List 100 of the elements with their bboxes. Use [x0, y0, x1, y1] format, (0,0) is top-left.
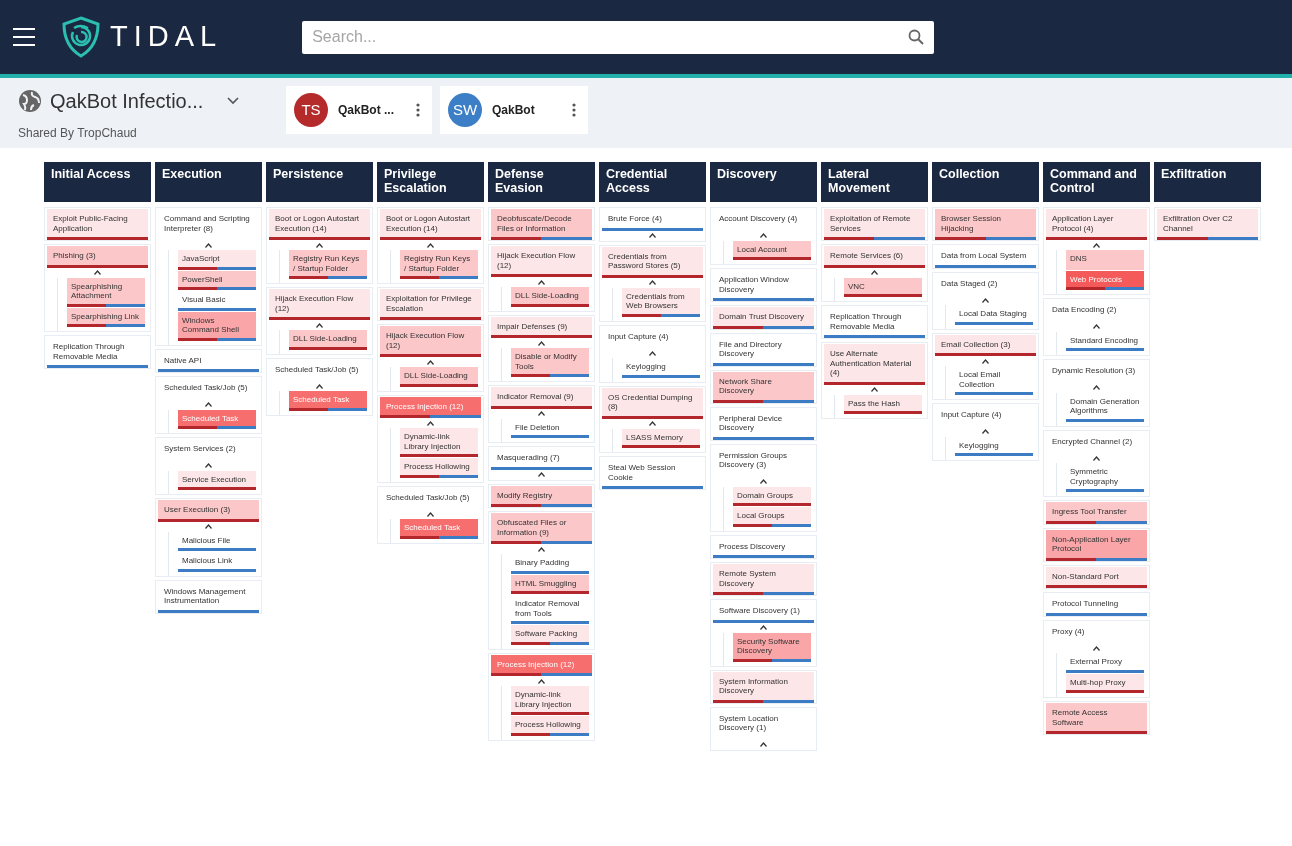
caret-up-icon[interactable]	[982, 297, 989, 303]
caret-up-icon[interactable]	[205, 242, 212, 248]
technique-tile[interactable]: Email Collection (3)	[935, 334, 1036, 356]
caret-up-icon[interactable]	[94, 270, 101, 275]
caret-up-icon[interactable]	[760, 479, 767, 484]
technique-tile[interactable]: System Information Discovery	[713, 671, 814, 703]
caret-up-icon[interactable]	[427, 511, 434, 517]
technique-tile[interactable]: Credentials from Web Browsers	[622, 287, 700, 317]
technique-tile[interactable]: Process Hollowing	[511, 716, 589, 736]
technique-tile[interactable]: Local Groups	[733, 507, 811, 527]
matrix-title[interactable]: QakBot Infectio...	[50, 86, 204, 116]
technique-tile[interactable]: Windows Command Shell	[178, 311, 256, 341]
technique-tile[interactable]: Deobfuscate/Decode Files or Information	[491, 209, 592, 240]
caret-up-icon[interactable]	[316, 383, 323, 389]
technique-tile[interactable]: LSASS Memory	[622, 428, 700, 448]
technique-tile[interactable]: Network Share Discovery	[713, 371, 814, 403]
technique-tile[interactable]: Dynamic-link Library Injection	[511, 686, 589, 715]
caret-up-icon[interactable]	[760, 233, 767, 238]
technique-tile[interactable]: Remote System Discovery	[713, 564, 814, 595]
technique-tile[interactable]: Exploit Public-Facing Application	[47, 209, 148, 240]
technique-tile[interactable]: Domain Trust Discovery	[713, 307, 814, 329]
caret-up-icon[interactable]	[1093, 455, 1100, 461]
technique-tile[interactable]: Hijack Execution Flow (12)	[491, 246, 592, 277]
technique-tile[interactable]: Impair Defenses (9)	[491, 316, 592, 338]
caret-up-icon[interactable]	[1093, 645, 1100, 651]
caret-up-icon[interactable]	[538, 678, 545, 684]
caret-up-icon[interactable]	[205, 524, 212, 529]
technique-tile[interactable]: Pass the Hash	[844, 394, 922, 414]
caret-up-icon[interactable]	[760, 742, 767, 747]
technique-tile[interactable]: Application Layer Protocol (4)	[1046, 209, 1147, 240]
caret-up-icon[interactable]	[649, 350, 656, 356]
technique-tile[interactable]: Local Account	[733, 240, 811, 260]
caret-up-icon[interactable]	[538, 546, 545, 552]
caret-up-icon[interactable]	[760, 625, 767, 630]
technique-tile[interactable]: Indicator Removal (9)	[491, 387, 592, 409]
caret-up-icon[interactable]	[205, 402, 212, 407]
caret-up-icon[interactable]	[538, 340, 545, 346]
technique-tile[interactable]: Obfuscated Files or Information (9)	[491, 513, 592, 544]
caret-up-icon[interactable]	[1093, 242, 1100, 248]
technique-tile[interactable]: OS Credential Dumping (8)	[602, 387, 703, 419]
technique-tile[interactable]: Ingress Tool Transfer	[1046, 502, 1147, 524]
technique-tile[interactable]: VNC	[844, 277, 922, 297]
chevron-down-icon[interactable]	[227, 97, 240, 105]
layer-card[interactable]: TS QakBot ...	[286, 86, 432, 134]
technique-tile[interactable]: Process Hollowing	[400, 458, 478, 478]
caret-up-icon[interactable]	[205, 463, 212, 468]
technique-tile[interactable]: User Execution (3)	[158, 500, 259, 522]
technique-tile[interactable]: Registry Run Keys / Startup Folder	[289, 250, 367, 279]
caret-up-icon[interactable]	[871, 387, 878, 392]
caret-up-icon[interactable]	[982, 429, 989, 434]
caret-up-icon[interactable]	[538, 472, 545, 477]
technique-tile[interactable]: Non-Application Layer Protocol	[1046, 529, 1147, 561]
caret-up-icon[interactable]	[649, 233, 656, 238]
technique-tile[interactable]: Hijack Execution Flow (12)	[380, 326, 481, 357]
technique-tile[interactable]: PowerShell	[178, 270, 256, 290]
technique-tile[interactable]: Use Alternate Authentication Material (4)	[824, 344, 925, 385]
caret-up-icon[interactable]	[871, 270, 878, 275]
technique-tile[interactable]: Phishing (3)	[47, 246, 148, 268]
technique-tile[interactable]: Software Packing	[511, 625, 589, 645]
caret-up-icon[interactable]	[1093, 385, 1100, 390]
technique-tile[interactable]: DLL Side-Loading	[289, 330, 367, 350]
technique-tile[interactable]: Browser Session Hijacking	[935, 209, 1036, 240]
technique-tile[interactable]: Credentials from Password Stores (5)	[602, 246, 703, 278]
technique-tile[interactable]: Disable or Modify Tools	[511, 348, 589, 377]
caret-up-icon[interactable]	[538, 411, 545, 416]
more-icon[interactable]	[416, 103, 420, 117]
technique-tile[interactable]: Hijack Execution Flow (12)	[269, 289, 370, 320]
technique-tile[interactable]: Registry Run Keys / Startup Folder	[400, 250, 478, 279]
caret-up-icon[interactable]	[427, 420, 434, 426]
technique-tile[interactable]: Domain Groups	[733, 486, 811, 506]
technique-tile[interactable]: Service Execution	[178, 470, 256, 490]
technique-tile[interactable]: Boot or Logon Autostart Execution (14)	[380, 209, 481, 240]
technique-tile[interactable]: Dynamic-link Library Injection	[400, 428, 478, 457]
technique-tile[interactable]: HTML Smuggling	[511, 574, 589, 594]
caret-up-icon[interactable]	[427, 359, 434, 365]
technique-tile[interactable]: Exploitation of Remote Services	[824, 209, 925, 240]
more-icon[interactable]	[572, 103, 576, 117]
technique-tile[interactable]: DNS	[1066, 250, 1144, 270]
technique-tile[interactable]: JavaScript	[178, 250, 256, 270]
caret-up-icon[interactable]	[427, 242, 434, 248]
technique-tile[interactable]: Modify Registry	[491, 485, 592, 507]
technique-tile[interactable]: Boot or Logon Autostart Execution (14)	[269, 209, 370, 240]
technique-tile[interactable]: DLL Side-Loading	[511, 287, 589, 307]
search-icon[interactable]	[908, 28, 925, 45]
caret-up-icon[interactable]	[982, 358, 989, 364]
technique-tile[interactable]: Multi-hop Proxy	[1066, 673, 1144, 693]
technique-tile[interactable]: Non-Standard Port	[1046, 566, 1147, 588]
technique-tile[interactable]: Exploitation for Privilege Escalation	[380, 289, 481, 320]
technique-tile[interactable]: DLL Side-Loading	[400, 367, 478, 387]
menu-icon[interactable]	[12, 27, 36, 47]
caret-up-icon[interactable]	[316, 322, 323, 328]
caret-up-icon[interactable]	[538, 279, 545, 285]
caret-up-icon[interactable]	[316, 242, 323, 248]
search-field[interactable]: Search...	[302, 20, 935, 54]
technique-tile[interactable]: Security Software Discovery	[733, 632, 811, 662]
technique-tile[interactable]: Remote Services (6)	[824, 246, 925, 268]
technique-tile[interactable]: Exfiltration Over C2 Channel	[1157, 209, 1258, 240]
caret-up-icon[interactable]	[649, 421, 656, 426]
caret-up-icon[interactable]	[649, 280, 656, 285]
technique-tile[interactable]: Spearphishing Attachment	[67, 277, 145, 307]
